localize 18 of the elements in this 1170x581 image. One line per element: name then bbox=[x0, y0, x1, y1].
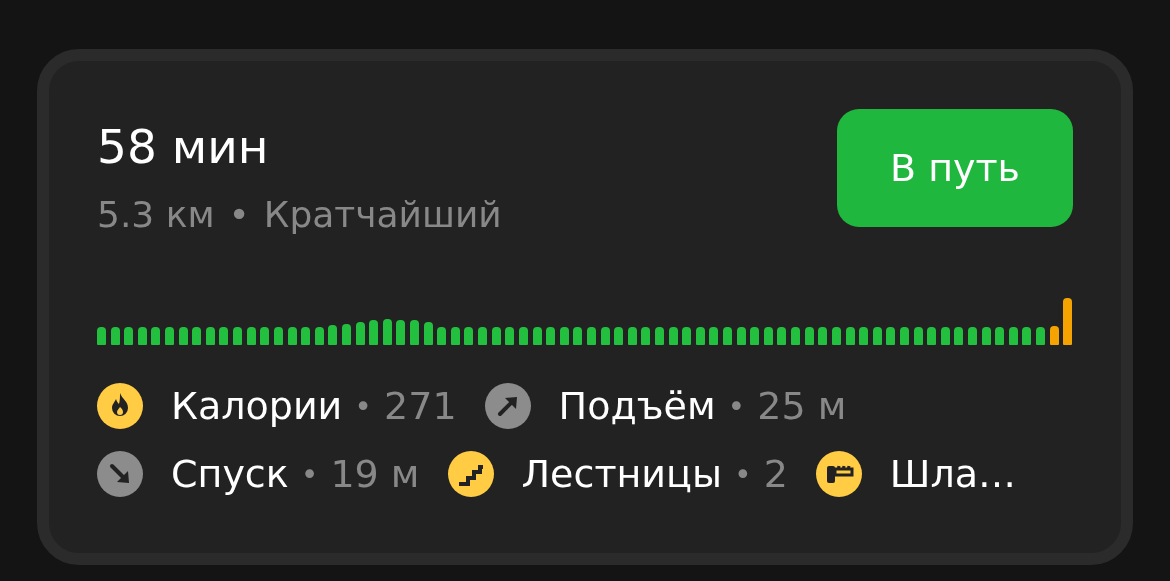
distance-text: 5.3 км bbox=[97, 194, 215, 235]
go-button[interactable]: В путь bbox=[837, 109, 1073, 227]
separator-dot: • bbox=[733, 456, 752, 492]
stat-label: Шла… bbox=[889, 452, 1017, 496]
stat-label: Лестницы bbox=[521, 452, 722, 496]
route-type-text: Кратчайший bbox=[263, 194, 502, 235]
stat-value: 25 м bbox=[757, 384, 847, 428]
separator-dot: • bbox=[727, 388, 746, 424]
stat-label: Спуск bbox=[171, 452, 289, 496]
separator-dot: • bbox=[300, 456, 319, 492]
stat-value: 271 bbox=[384, 384, 457, 428]
stat-value: 2 bbox=[763, 452, 788, 496]
separator-dot: • bbox=[228, 194, 250, 235]
duration-text: 58 мин bbox=[97, 123, 270, 170]
separator-dot: • bbox=[354, 388, 373, 424]
stat-value: 19 м bbox=[330, 452, 420, 496]
stat-label: Подъём bbox=[558, 384, 716, 428]
stat-label: Калории bbox=[171, 384, 343, 428]
